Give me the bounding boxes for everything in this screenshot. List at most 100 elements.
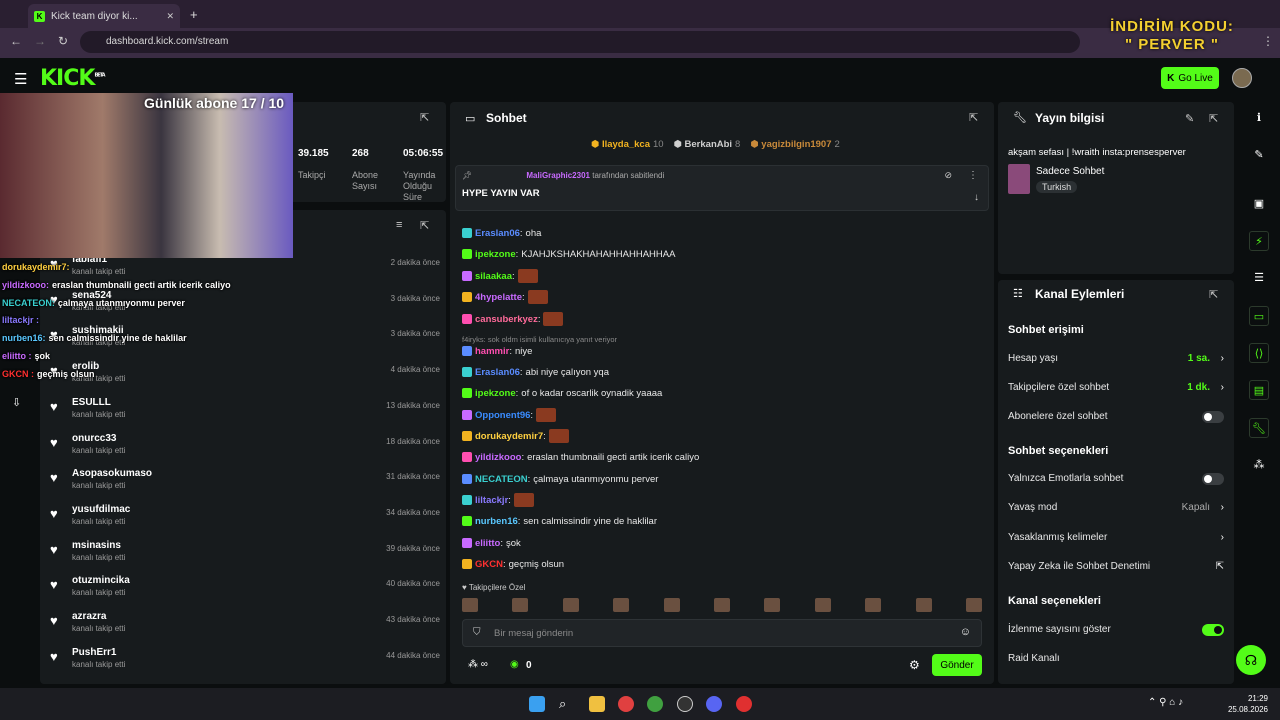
chat-bubble-icon[interactable]: ▭ xyxy=(1249,306,1269,326)
list-item[interactable]: ♥ yusufdilmac kanalı takip etti 34 dakika ö… xyxy=(50,502,440,536)
unpin-icon[interactable]: ⊘ xyxy=(944,170,952,181)
emote-icon[interactable] xyxy=(965,598,982,612)
list-item[interactable]: ♥ otuzmincika kanalı takip etti 40 dakika ö… xyxy=(50,573,440,607)
more-icon[interactable]: ⋮ xyxy=(968,170,978,181)
emote-icon[interactable] xyxy=(764,598,781,612)
emote-icon[interactable] xyxy=(713,598,730,612)
chat-message[interactable]: Eraslan06: abi niye çalıyon yqa xyxy=(462,363,982,381)
chat-message[interactable]: dorukaydemir7: xyxy=(462,427,982,445)
send-button[interactable]: Gönder xyxy=(932,654,982,676)
chat-username[interactable]: liltackjr xyxy=(475,495,508,506)
chat-username[interactable]: nurben16 xyxy=(475,516,518,527)
top-gifter[interactable]: ⬢ Ilayda_kca 10 xyxy=(591,139,664,150)
emote-icon[interactable] xyxy=(865,598,882,612)
chat-message[interactable]: NECATEON: çalmaya utanmıyonmu perver xyxy=(462,470,982,488)
ai-moderation-row[interactable]: Yapay Zeka ile Sohbet Denetimi ⇱ xyxy=(1008,561,1224,572)
chat-input[interactable]: ⛉ Bir mesaj gönderin ☺ xyxy=(462,619,982,647)
chat-username[interactable]: Eraslan06 xyxy=(475,228,520,239)
tray-icons[interactable]: ⌃ ⚲ ⌂ ♪ xyxy=(1148,697,1183,708)
settings-icon[interactable]: ⚙ xyxy=(909,658,920,672)
discord-icon[interactable] xyxy=(706,696,722,712)
chat-message[interactable]: cansuberkyez: xyxy=(462,310,982,328)
filter-icon[interactable]: ≡ xyxy=(396,219,402,231)
chrome-profile-icon[interactable] xyxy=(647,696,663,712)
emote-icon[interactable] xyxy=(663,598,680,612)
language-tag[interactable]: Turkish xyxy=(1036,181,1078,193)
chat-username[interactable]: NECATEON xyxy=(475,474,528,485)
followers-chat-row[interactable]: Takipçilere özel sohbet 1 dk. › xyxy=(1008,382,1224,393)
lightning-icon[interactable]: ⚡︎ xyxy=(1249,231,1269,251)
chat-username[interactable]: 4hypelatte xyxy=(475,292,522,303)
address-bar[interactable]: dashboard.kick.com/stream xyxy=(80,31,1080,53)
chat-username[interactable]: Eraslan06 xyxy=(475,367,520,378)
chat-message[interactable]: Opponent96: xyxy=(462,406,982,424)
panels-icon[interactable]: ▤ xyxy=(1249,380,1269,400)
top-gifter[interactable]: ⬢ BerkanAbi 8 xyxy=(674,139,741,150)
subs-chat-toggle[interactable] xyxy=(1202,411,1224,423)
raid-row[interactable]: Raid Kanalı xyxy=(1008,653,1224,664)
upload-icon[interactable]: ⇩ xyxy=(12,396,21,409)
list-item[interactable]: ♥ PushErr1 kanalı takip etti 44 dakika önce xyxy=(50,645,440,679)
chat-message[interactable]: nurben16: sen calmissindir yine de haklil… xyxy=(462,512,982,530)
menu-dots-icon[interactable]: ⋮ xyxy=(1262,34,1274,48)
chat-username[interactable]: dorukaydemir7 xyxy=(475,431,543,442)
expand-icon[interactable]: ↓ xyxy=(974,192,979,203)
chat-message[interactable]: 4hypelatte: xyxy=(462,288,982,306)
emote-icon[interactable] xyxy=(613,598,630,612)
new-tab-button[interactable]: + xyxy=(190,7,198,22)
popout-icon[interactable]: ⇱ xyxy=(420,219,429,232)
kick-logo[interactable]: KICKBETA xyxy=(40,66,106,91)
chat-username[interactable]: eliitto xyxy=(475,538,500,549)
reload-icon[interactable]: ↻ xyxy=(58,34,68,48)
chat-username[interactable]: cansuberkyez xyxy=(475,314,538,325)
browser-tab[interactable]: K Kick team diyor ki... ✕ xyxy=(28,4,180,28)
list-item[interactable]: ♥ Asopasokumaso kanalı takip etti 31 dakika… xyxy=(50,466,440,500)
emote-icon[interactable] xyxy=(512,598,529,612)
list-item[interactable]: ♥ erolib kanalı takip etti 4 dakika önce xyxy=(50,359,440,393)
list-item[interactable]: ♥ onurcc33 kanalı takip etti 18 dakika önce xyxy=(50,431,440,465)
forward-icon[interactable]: → xyxy=(34,34,46,48)
chat-message[interactable]: liltackjr: xyxy=(462,491,982,509)
pinned-message[interactable]: 📌︎ MaliGraphic2301 tarafından sabitlendi… xyxy=(455,165,989,211)
support-chat-icon[interactable]: ☊ xyxy=(1236,645,1266,675)
video-icon[interactable]: ▣ xyxy=(1249,194,1269,214)
search-icon[interactable]: ⌕ xyxy=(559,696,575,712)
info-icon[interactable]: ℹ xyxy=(1249,108,1269,128)
popout-icon[interactable]: ⇱ xyxy=(1209,112,1218,125)
chat-username[interactable]: GKCN xyxy=(475,559,503,570)
banned-words-row[interactable]: Yasaklanmış kelimeler › xyxy=(1008,532,1224,543)
emote-icon[interactable] xyxy=(462,598,478,612)
popout-icon[interactable]: ⇱ xyxy=(420,111,429,124)
emote-only-toggle[interactable] xyxy=(1202,473,1224,485)
chat-message[interactable]: eliitto: şok xyxy=(462,534,982,552)
chat-message[interactable]: silaakaa: xyxy=(462,267,982,285)
emoji-icon[interactable]: ☺ xyxy=(960,626,971,638)
chat-message[interactable]: GKCN: geçmiş olsun xyxy=(462,555,982,573)
recorder-icon[interactable] xyxy=(736,696,752,712)
chat-username[interactable]: silaakaa xyxy=(475,271,512,282)
back-icon[interactable]: ← xyxy=(10,34,22,48)
avatar[interactable] xyxy=(1232,68,1252,88)
edit-icon[interactable]: ✎ xyxy=(1185,112,1194,125)
category-name[interactable]: Sadece Sohbet xyxy=(1036,166,1104,177)
nodes-icon[interactable]: ⁂ xyxy=(1249,455,1269,475)
go-live-button[interactable]: K Go Live xyxy=(1161,67,1219,89)
chrome-icon[interactable] xyxy=(618,696,634,712)
subs-chat-row[interactable]: Abonelere özel sohbet xyxy=(1008,411,1224,423)
emote-icon[interactable] xyxy=(814,598,831,612)
chat-message[interactable]: ipekzone: KJAHJKSHAKHAHAHHAHHAHHAA xyxy=(462,245,982,263)
emote-icon[interactable] xyxy=(915,598,932,612)
list-item[interactable]: ♥ msinasins kanalı takip etti 39 dakika önc… xyxy=(50,538,440,572)
chat-username[interactable]: hammir xyxy=(475,346,509,357)
chat-username[interactable]: ipekzone xyxy=(475,388,516,399)
chat-message[interactable]: Eraslan06: oha xyxy=(462,224,982,242)
show-viewers-row[interactable]: İzlenme sayısını göster xyxy=(1008,624,1224,636)
popout-icon[interactable]: ⇱ xyxy=(969,111,978,124)
tab-close-icon[interactable]: ✕ xyxy=(166,11,174,22)
chat-username[interactable]: Opponent96 xyxy=(475,410,530,421)
chat-message[interactable]: yildizkooo: eraslan thumbnaili gecti arti… xyxy=(462,448,982,466)
slow-mode-row[interactable]: Yavaş mod Kapalı › xyxy=(1008,502,1224,513)
list-icon[interactable]: ☰ xyxy=(1249,268,1269,288)
code-icon[interactable]: ⟨⟩ xyxy=(1249,343,1269,363)
top-gifter[interactable]: ⬢ yagizbilgin1907 2 xyxy=(750,139,839,150)
